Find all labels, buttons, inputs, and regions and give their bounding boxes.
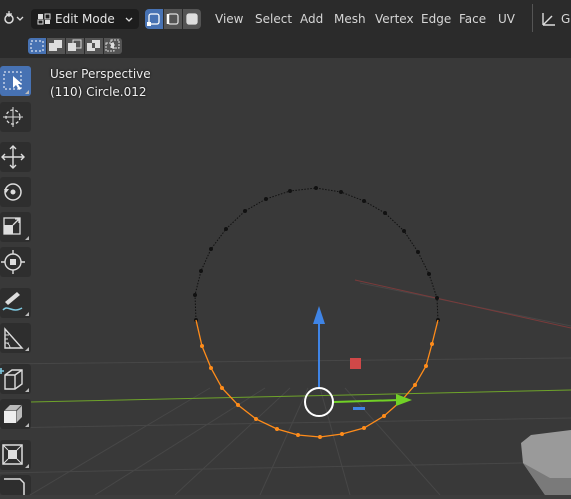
select-intersect-icon [105,39,120,52]
viewport-scene [0,186,571,495]
gizmo-center-circle[interactable] [304,387,334,417]
mode-dropdown[interactable]: Edit Mode [31,9,139,29]
x-axis-line [354,279,571,329]
object-info: (110) Circle.012 [50,85,147,99]
tool-bevel[interactable] [0,475,31,495]
bevel-icon [4,478,25,495]
tool-add-cube[interactable] [0,364,31,394]
viewport-header: Edit Mode View Select Add Mesh Vertex Ed… [0,0,571,36]
tool-scale[interactable] [0,212,31,242]
floor-grid [0,282,571,495]
edit-mode-icon [37,13,51,25]
cursor-icon [3,107,23,127]
menu-view[interactable]: View [215,11,243,27]
chevron-down-icon [125,17,133,22]
face-select-icon [186,13,198,25]
tool-extrude[interactable] [0,399,31,429]
tool-rotate[interactable] [0,177,31,207]
editor-type-button[interactable] [2,8,26,28]
tool-measure[interactable] [0,323,31,353]
menu-add[interactable]: Add [300,11,323,27]
menu-vertex[interactable]: Vertex [375,11,414,27]
rotate-icon [4,183,22,201]
y-axis-line [29,389,571,403]
menu-edge[interactable]: Edge [421,11,451,27]
vertex-select-button[interactable] [145,9,163,29]
tool-annotate[interactable] [0,288,31,318]
select-subtract-icon [68,39,82,51]
menu-uv[interactable]: UV [498,11,515,27]
move-icon [1,145,25,169]
select-subtract-button[interactable] [66,38,84,54]
select-extend-button[interactable] [47,38,65,54]
select-intersect-button[interactable] [104,38,122,54]
menu-select[interactable]: Select [255,11,292,27]
menu-face[interactable]: Face [459,11,486,27]
transform-icon [1,250,25,274]
vertex-select-icon [147,13,160,26]
edge-select-button[interactable] [164,9,182,29]
face-select-button[interactable] [183,9,201,29]
3d-viewport[interactable]: User Perspective (110) Circle.012 [0,58,571,495]
view-name: User Perspective [50,67,151,81]
mode-label: Edit Mode [55,12,115,26]
circle-mesh-unselected [193,186,440,322]
tool-inset[interactable] [0,440,31,470]
header-overflow-label[interactable]: G [561,11,570,27]
gizmo-x-handle[interactable] [350,358,361,369]
select-new-button[interactable] [28,38,46,54]
gizmo-z-arrow[interactable] [313,306,325,324]
tool-transform[interactable] [0,247,31,277]
gizmo-y-arrow[interactable] [396,394,412,406]
tool-select-box[interactable] [0,66,31,96]
select-difference-button[interactable] [85,38,103,54]
transform-orientation-icon[interactable] [540,10,558,28]
gizmo-plane-handle[interactable] [353,407,365,410]
3d-viewport-icon [4,11,24,24]
select-extend-icon [49,40,62,51]
header-divider [532,4,533,32]
edge-select-icon [166,13,179,25]
tool-move[interactable] [0,142,31,172]
menu-mesh[interactable]: Mesh [334,11,366,27]
gizmo-y-axis[interactable] [333,399,401,403]
select-difference-icon [87,40,100,51]
select-new-icon [30,40,44,52]
tool-cursor[interactable] [0,102,31,132]
